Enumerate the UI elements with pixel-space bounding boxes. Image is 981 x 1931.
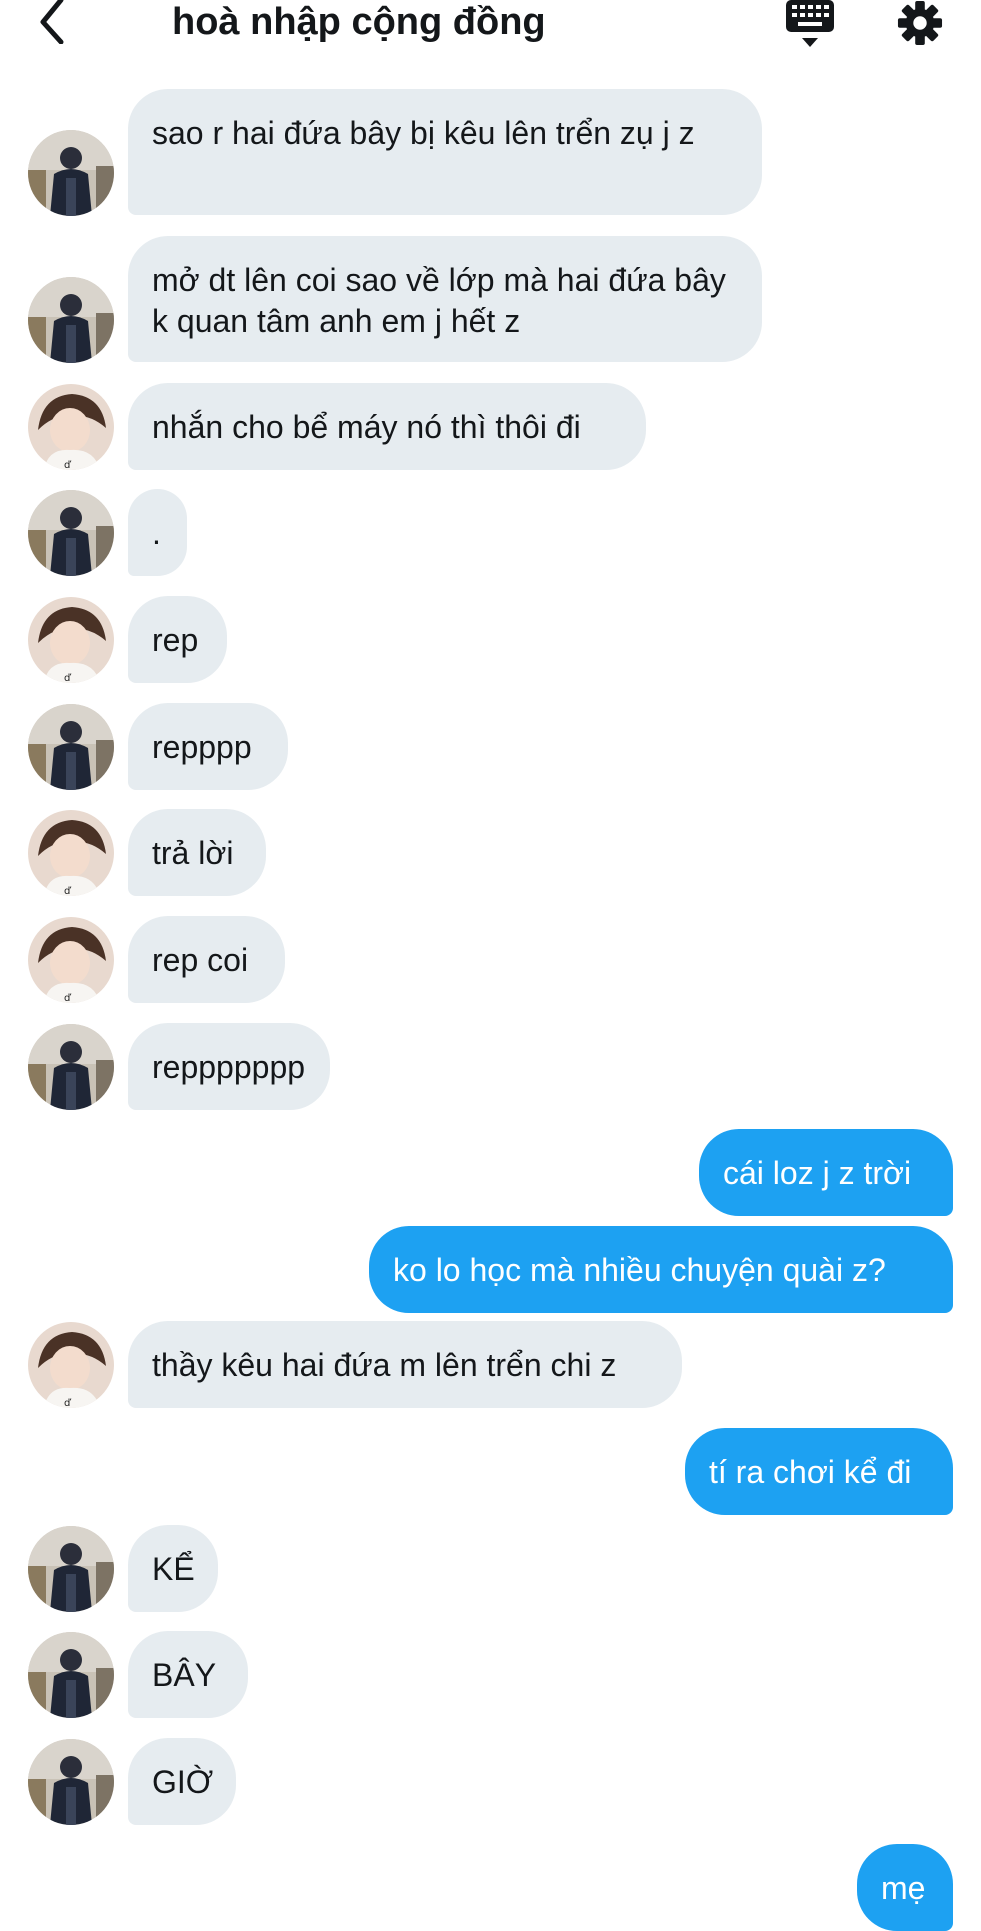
message-text: trả lời [152,835,234,871]
avatar-image: ď [28,917,114,1003]
avatar-sender-a[interactable] [28,1739,114,1825]
keyboard-icon [786,0,834,47]
avatar-image [28,490,114,576]
message-text: cái loz j z trời [723,1155,912,1191]
conversation-header: hoà nhập cộng đồng [0,0,981,56]
avatar-sender-b[interactable]: ď [28,917,114,1003]
message-bubble-incoming[interactable]: KỂ [128,1525,218,1612]
message-text: KỂ [152,1551,195,1587]
message-text: sao r hai đứa bây bị kêu lên trển zụ j z [152,115,695,151]
message-bubble-incoming[interactable]: thầy kêu hai đứa m lên trển chi z [128,1321,682,1408]
message-bubble-incoming[interactable]: sao r hai đứa bây bị kêu lên trển zụ j z [128,89,762,215]
avatar-sender-b[interactable]: ď [28,1322,114,1408]
message-text: thầy kêu hai đứa m lên trển chi z [152,1347,617,1383]
message-bubble-incoming[interactable]: reppppppp [128,1023,330,1110]
message-bubble-incoming[interactable]: BÂY [128,1631,248,1718]
avatar-sender-b[interactable]: ď [28,384,114,470]
avatar-image: ď [28,810,114,896]
avatar-image [28,704,114,790]
message-text: . [152,515,161,551]
avatar-image: ď [28,597,114,683]
message-bubble-outgoing[interactable]: mẹ [857,1844,953,1931]
message-text: nhắn cho bể máy nó thì thôi đi [152,409,581,445]
message-bubble-incoming[interactable]: nhắn cho bể máy nó thì thôi đi [128,383,646,470]
message-text: rep coi [152,942,249,978]
avatar-sender-a[interactable] [28,704,114,790]
message-bubble-incoming[interactable]: repppp [128,703,288,790]
message-bubble-incoming[interactable]: rep [128,596,227,683]
avatar-image: ď [28,1322,114,1408]
message-text: repppp [152,729,252,765]
back-button[interactable] [30,0,74,44]
avatar-image [28,1526,114,1612]
message-text: BÂY [152,1657,217,1693]
avatar-image [28,1024,114,1110]
message-bubble-outgoing[interactable]: tí ra chơi kể đi [685,1428,953,1515]
avatar-sender-a[interactable] [28,490,114,576]
avatar-image [28,130,114,216]
message-text: reppppppp [152,1049,306,1085]
message-bubble-outgoing[interactable]: ko lo học mà nhiều chuyện quài z? [369,1226,953,1313]
avatar-sender-a[interactable] [28,1024,114,1110]
avatar-image [28,277,114,363]
avatar-sender-a[interactable] [28,1632,114,1718]
conversation-title: hoà nhập cộng đồng [172,1,546,43]
avatar-sender-b[interactable]: ď [28,597,114,683]
message-text: ko lo học mà nhiều chuyện quài z? [393,1252,886,1288]
avatar-image: ď [28,384,114,470]
gear-icon [897,0,943,46]
settings-button[interactable] [896,0,948,48]
message-bubble-incoming[interactable]: rep coi [128,916,285,1003]
message-text: mở dt lên coi sao về lớp mà hai đứa bây … [152,262,726,339]
message-text: GIỜ [152,1764,214,1800]
message-bubble-incoming[interactable]: . [128,489,187,576]
avatar-sender-a[interactable] [28,130,114,216]
message-text: rep [152,622,199,658]
avatar-image [28,1632,114,1718]
chevron-left-icon [40,0,64,44]
message-bubble-incoming[interactable]: GIỜ [128,1738,236,1825]
message-bubble-incoming[interactable]: trả lời [128,809,266,896]
message-text: mẹ [881,1870,926,1906]
avatar-sender-a[interactable] [28,277,114,363]
message-text: tí ra chơi kể đi [709,1454,912,1490]
message-bubble-outgoing[interactable]: cái loz j z trời [699,1129,953,1216]
message-thread: sao r hai đứa bây bị kêu lên trển zụ j z… [0,0,981,1931]
message-bubble-incoming[interactable]: mở dt lên coi sao về lớp mà hai đứa bây … [128,236,762,362]
avatar-sender-b[interactable]: ď [28,810,114,896]
keyboard-button[interactable] [782,0,838,50]
avatar-image [28,1739,114,1825]
avatar-sender-a[interactable] [28,1526,114,1612]
